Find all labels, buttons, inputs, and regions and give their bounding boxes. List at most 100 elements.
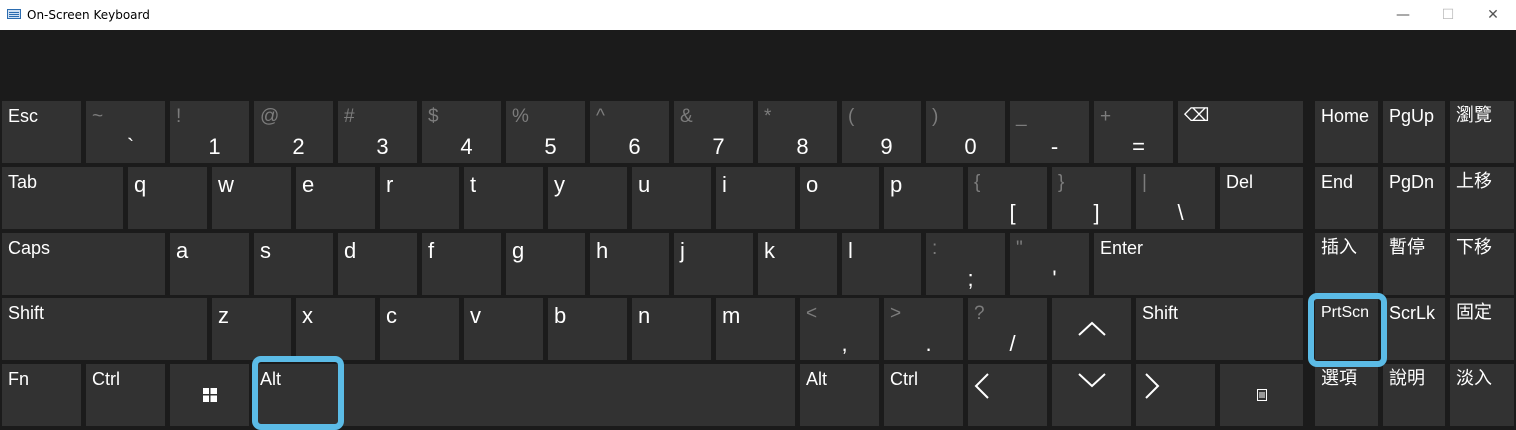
shift-right-key[interactable]: Shift bbox=[1136, 298, 1303, 360]
slash-key[interactable]: ? / bbox=[968, 298, 1047, 360]
f-key-label: f bbox=[428, 238, 435, 263]
n-key[interactable]: n bbox=[632, 298, 711, 360]
key-2-shift: @ bbox=[260, 106, 280, 127]
key-0-shift: ) bbox=[932, 106, 939, 127]
left-arrow-icon bbox=[974, 372, 990, 405]
r-key[interactable]: r bbox=[380, 167, 459, 229]
i-key[interactable]: i bbox=[716, 167, 795, 229]
key-6[interactable]: ^ 6 bbox=[590, 101, 669, 163]
key-5[interactable]: % 5 bbox=[506, 101, 585, 163]
pgup-key[interactable]: PgUp bbox=[1383, 101, 1445, 163]
key-2[interactable]: @2 bbox=[254, 101, 333, 163]
rbracket-key[interactable]: }] bbox=[1052, 167, 1131, 229]
b-key[interactable]: b bbox=[548, 298, 627, 360]
slash-key-label: / bbox=[1009, 331, 1016, 356]
key-0[interactable]: ) 0 bbox=[926, 101, 1005, 163]
browse-key[interactable]: 瀏覽 bbox=[1450, 101, 1514, 163]
ctrl-right-key[interactable]: Ctrl bbox=[884, 364, 963, 426]
end-key[interactable]: End bbox=[1315, 167, 1378, 229]
left-arrow-key[interactable] bbox=[968, 364, 1047, 426]
f-key[interactable]: f bbox=[422, 233, 501, 295]
tilde-key-label: ` bbox=[126, 134, 135, 159]
o-key[interactable]: o bbox=[800, 167, 879, 229]
k-key-label: k bbox=[764, 238, 775, 263]
backslash-key[interactable]: | \ bbox=[1136, 167, 1215, 229]
fn-key[interactable]: Fn bbox=[2, 364, 81, 426]
insert-key[interactable]: 插入 bbox=[1315, 233, 1378, 295]
key-3[interactable]: #3 bbox=[338, 101, 417, 163]
quote-key-shift: " bbox=[1016, 238, 1023, 259]
rbracket-key-shift: } bbox=[1058, 172, 1065, 193]
shift-left-key[interactable]: Shift bbox=[2, 298, 207, 360]
a-key[interactable]: a bbox=[170, 233, 249, 295]
t-key[interactable]: t bbox=[464, 167, 543, 229]
pgdn-key[interactable]: PgDn bbox=[1383, 167, 1445, 229]
v-key[interactable]: v bbox=[464, 298, 543, 360]
period-key[interactable]: >. bbox=[884, 298, 963, 360]
comma-key[interactable]: <, bbox=[800, 298, 879, 360]
enter-key[interactable]: Enter bbox=[1094, 233, 1303, 295]
s-key[interactable]: s bbox=[254, 233, 333, 295]
k-key[interactable]: k bbox=[758, 233, 837, 295]
equals-key[interactable]: + = bbox=[1094, 101, 1173, 163]
u-key[interactable]: u bbox=[632, 167, 711, 229]
alt-left-key[interactable]: Alt bbox=[254, 364, 795, 426]
d-key[interactable]: d bbox=[338, 233, 417, 295]
up-arrow-key[interactable] bbox=[1052, 298, 1131, 360]
y-key[interactable]: y bbox=[548, 167, 627, 229]
backspace-key[interactable]: ⌫ bbox=[1178, 101, 1303, 163]
ctrl-left-key[interactable]: Ctrl bbox=[86, 364, 165, 426]
close-button[interactable]: ✕ bbox=[1470, 0, 1516, 30]
key-3-label: 3 bbox=[376, 134, 389, 159]
lbracket-key[interactable]: {[ bbox=[968, 167, 1047, 229]
key-1[interactable]: ! 1 bbox=[170, 101, 249, 163]
move-down-key[interactable]: 下移 bbox=[1450, 233, 1514, 295]
del-key[interactable]: Del bbox=[1220, 167, 1303, 229]
insert-key-label: 插入 bbox=[1321, 237, 1357, 258]
minus-key-label: - bbox=[1050, 134, 1059, 159]
z-key[interactable]: z bbox=[212, 298, 291, 360]
m-key[interactable]: m bbox=[716, 298, 795, 360]
pause-key[interactable]: 暫停 bbox=[1383, 233, 1445, 295]
e-key[interactable]: e bbox=[296, 167, 375, 229]
prtscn-key[interactable]: PrtScn bbox=[1315, 298, 1378, 360]
windows-key[interactable] bbox=[170, 364, 249, 426]
maximize-button[interactable]: ☐ bbox=[1425, 0, 1471, 30]
key-4-label: 4 bbox=[460, 134, 473, 159]
quote-key[interactable]: " ' bbox=[1010, 233, 1089, 295]
key-4[interactable]: $4 bbox=[422, 101, 501, 163]
semicolon-key[interactable]: :; bbox=[926, 233, 1005, 295]
right-arrow-key[interactable] bbox=[1136, 364, 1215, 426]
semicolon-key-label: ; bbox=[967, 266, 974, 291]
c-key[interactable]: c bbox=[380, 298, 459, 360]
j-key[interactable]: j bbox=[674, 233, 753, 295]
menu-key[interactable] bbox=[1220, 364, 1303, 426]
minimize-button[interactable]: — bbox=[1380, 0, 1426, 30]
fade-key[interactable]: 淡入 bbox=[1450, 364, 1514, 426]
p-key[interactable]: p bbox=[884, 167, 963, 229]
key-7[interactable]: & 7 bbox=[674, 101, 753, 163]
key-9[interactable]: (9 bbox=[842, 101, 921, 163]
caps-key[interactable]: Caps bbox=[2, 233, 165, 295]
minus-key[interactable]: _ - bbox=[1010, 101, 1089, 163]
l-key[interactable]: l bbox=[842, 233, 921, 295]
g-key[interactable]: g bbox=[506, 233, 585, 295]
options-key[interactable]: 選項 bbox=[1315, 364, 1378, 426]
x-key[interactable]: x bbox=[296, 298, 375, 360]
help-key[interactable]: 說明 bbox=[1383, 364, 1445, 426]
esc-key[interactable]: Esc bbox=[2, 101, 81, 163]
scrlk-key[interactable]: ScrLk bbox=[1383, 298, 1445, 360]
comma-key-label: , bbox=[841, 331, 848, 356]
w-key[interactable]: w bbox=[212, 167, 291, 229]
h-key[interactable]: h bbox=[590, 233, 669, 295]
move-up-key[interactable]: 上移 bbox=[1450, 167, 1514, 229]
home-key[interactable]: Home bbox=[1315, 101, 1378, 163]
key-8[interactable]: * 8 bbox=[758, 101, 837, 163]
q-key[interactable]: q bbox=[128, 167, 207, 229]
down-arrow-key[interactable] bbox=[1052, 364, 1131, 426]
tab-key[interactable]: Tab bbox=[2, 167, 123, 229]
equals-key-shift: + bbox=[1100, 106, 1112, 127]
tilde-key[interactable]: ~ ` bbox=[86, 101, 165, 163]
alt-right-key[interactable]: Alt bbox=[800, 364, 879, 426]
dock-key[interactable]: 固定 bbox=[1450, 298, 1514, 360]
